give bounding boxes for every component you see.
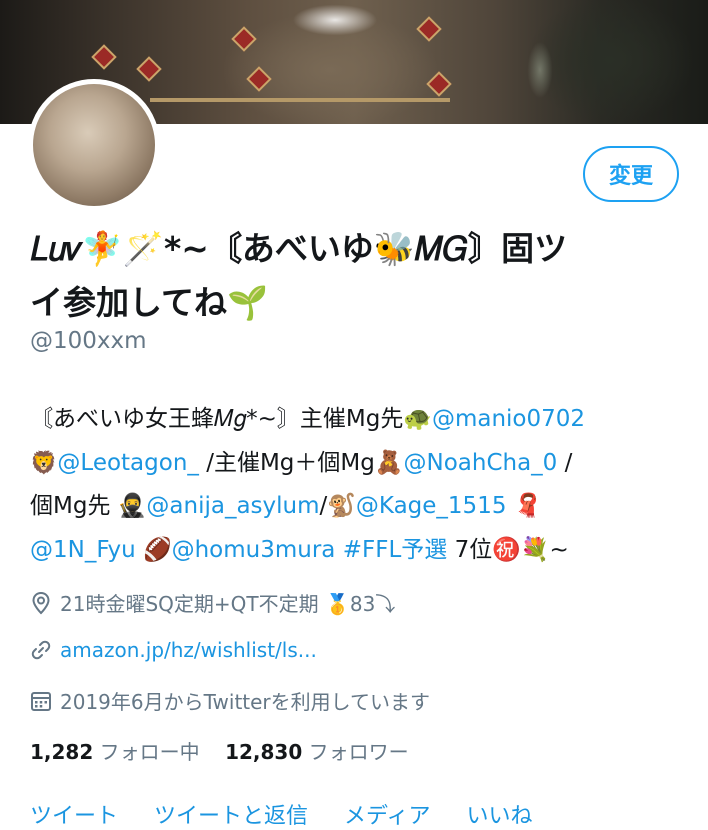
website-link[interactable]: amazon.jp/hz/wishlist/ls... [60, 638, 317, 662]
bio-text: 個Mg先 🥷 [30, 493, 147, 519]
mention-link[interactable]: @manio0702 [432, 406, 585, 432]
bio-text: /🐒 [319, 493, 356, 519]
bio-line: 🦁@Leotagon_ /主催Mg＋個Mg🧸@NoahCha_0 / [30, 442, 680, 486]
tab-tweets-and-replies[interactable]: ツイートと返信 [154, 798, 308, 830]
bio-text: /主催Mg＋個Mg🧸 [198, 449, 404, 476]
followers-link[interactable]: 12,830 フォロワー [225, 740, 409, 764]
avatar[interactable] [28, 79, 160, 211]
display-name-line: イ参加してね🌱 [30, 283, 269, 322]
banner-ornament [416, 16, 442, 42]
display-name-line: 𝐿𝑢𝑣🧚🪄*~〘あべいゆ🐝𝑀𝐺〙固ツ [30, 229, 568, 268]
tab-tweets[interactable]: ツイート [30, 798, 118, 830]
tab-media[interactable]: メディア [344, 798, 430, 830]
mention-link[interactable]: @homu3mura [172, 537, 336, 563]
mention-link[interactable]: @1N_Fyu [30, 537, 136, 563]
calendar-icon [31, 691, 51, 711]
bio-text: 7位㊗️💐~ [447, 536, 569, 563]
banner-ornament [136, 56, 162, 82]
banner-ornament [150, 98, 450, 102]
bio-text: 〘あべいゆ女王蜂𝑀𝑔*~〙主催Mg先🐢 [30, 406, 432, 432]
location-pin-icon [32, 591, 50, 614]
hashtag-link[interactable]: #FFL予選 [335, 537, 448, 563]
location-row: 21時金曜SQ定期+QT不定期 🥇83⤵ [30, 588, 395, 617]
tab-likes[interactable]: いいね [467, 798, 533, 830]
following-label: フォロー中 [99, 740, 200, 764]
link-icon [31, 640, 51, 660]
display-name: 𝐿𝑢𝑣🧚🪄*~〘あべいゆ🐝𝑀𝐺〙固ツ イ参加してね🌱 [30, 222, 680, 330]
location-text: 21時金曜SQ定期+QT不定期 🥇83⤵ [60, 592, 396, 616]
banner-ornament [231, 26, 257, 52]
edit-profile-button[interactable]: 変更 [583, 146, 679, 202]
banner-ornament [91, 44, 117, 70]
website-row: amazon.jp/hz/wishlist/ls... [30, 638, 317, 662]
following-link[interactable]: 1,282 フォロー中 [30, 740, 200, 764]
followers-label: フォロワー [308, 740, 409, 764]
followers-count: 12,830 [225, 740, 303, 764]
mention-link[interactable]: @NoahCha_0 [404, 450, 558, 476]
joined-row: 2019年6月からTwitterを利用しています [30, 686, 430, 715]
mention-link[interactable]: @Kage_1515 [356, 493, 507, 519]
mention-link[interactable]: @anija_asylum [146, 493, 319, 519]
lion-emoji: 🦁 [30, 450, 58, 476]
bio-text: / [557, 449, 573, 476]
bio-line: @1N_Fyu 🏈@homu3mura #FFL予選 7位㊗️💐~ [30, 529, 680, 573]
user-handle: @100xxm [30, 328, 147, 354]
bio-line: 〘あべいゆ女王蜂𝑀𝑔*~〙主催Mg先🐢@manio0702 [30, 398, 680, 442]
follow-stats: 1,282 フォロー中 12,830 フォロワー [30, 736, 409, 765]
profile-tabs: ツイート ツイートと返信 メディア いいね [30, 798, 533, 830]
mention-link[interactable]: @Leotagon_ [57, 450, 199, 476]
joined-text: 2019年6月からTwitterを利用しています [60, 690, 431, 714]
bio: 〘あべいゆ女王蜂𝑀𝑔*~〙主催Mg先🐢@manio0702 🦁@Leotagon… [30, 398, 680, 572]
banner-ornament [426, 71, 452, 97]
following-count: 1,282 [30, 740, 94, 764]
bio-line: 個Mg先 🥷@anija_asylum/🐒@Kage_1515 🧣 [30, 485, 680, 529]
banner-ornament [246, 66, 272, 92]
scarf-emoji: 🧣 [506, 493, 543, 519]
football-emoji: 🏈 [135, 536, 172, 563]
